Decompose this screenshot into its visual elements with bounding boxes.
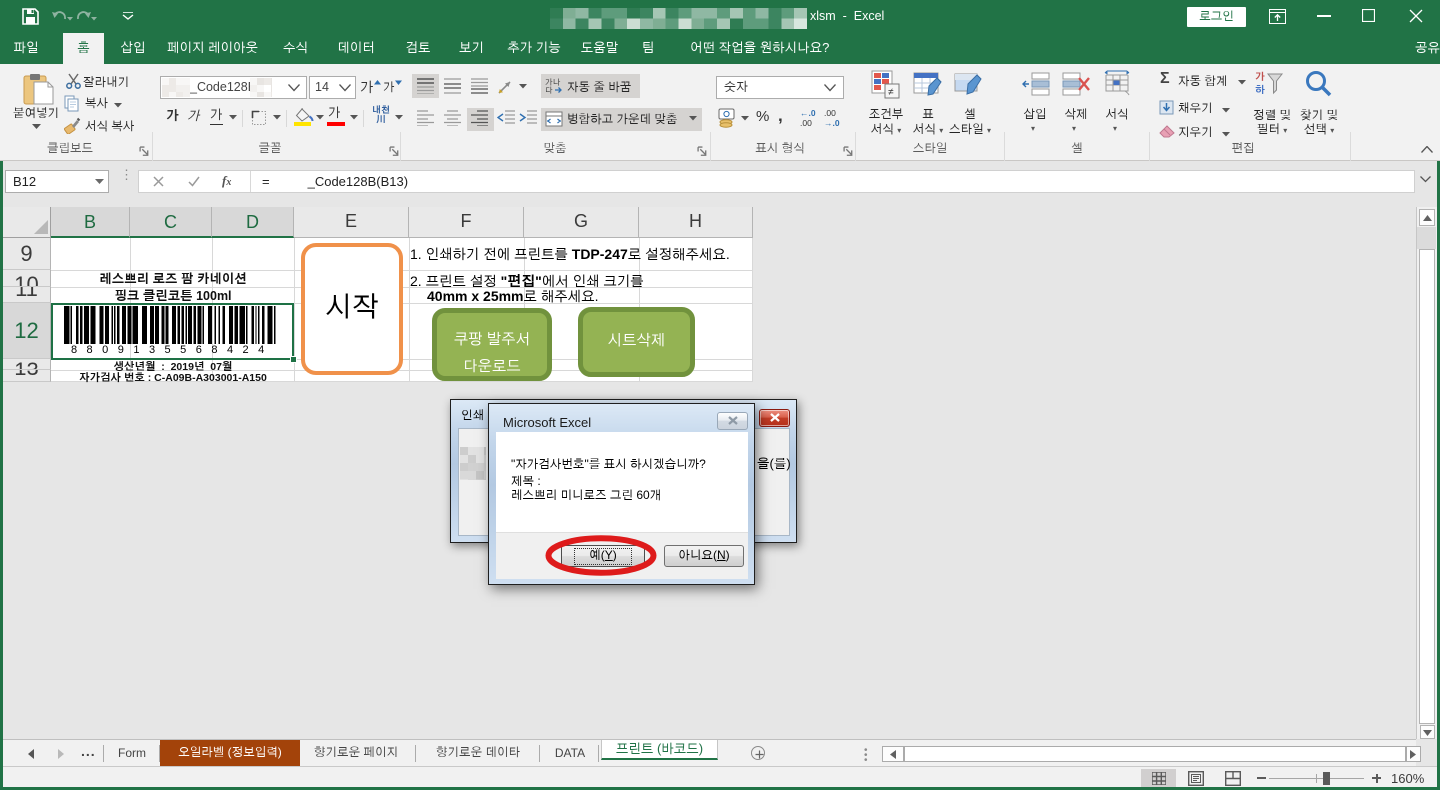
svg-text:←.0: ←.0 (800, 108, 816, 118)
svg-text:하: 하 (1255, 84, 1265, 96)
svg-text:.00: .00 (824, 108, 836, 118)
svg-text:가: 가 (1255, 71, 1265, 83)
svg-text:가나: 가나 (545, 78, 561, 87)
svg-text:다: 다 (545, 86, 553, 95)
svg-text:→.0: →.0 (824, 118, 840, 127)
svg-text:.00: .00 (800, 118, 812, 127)
svg-text:≠: ≠ (888, 87, 894, 98)
